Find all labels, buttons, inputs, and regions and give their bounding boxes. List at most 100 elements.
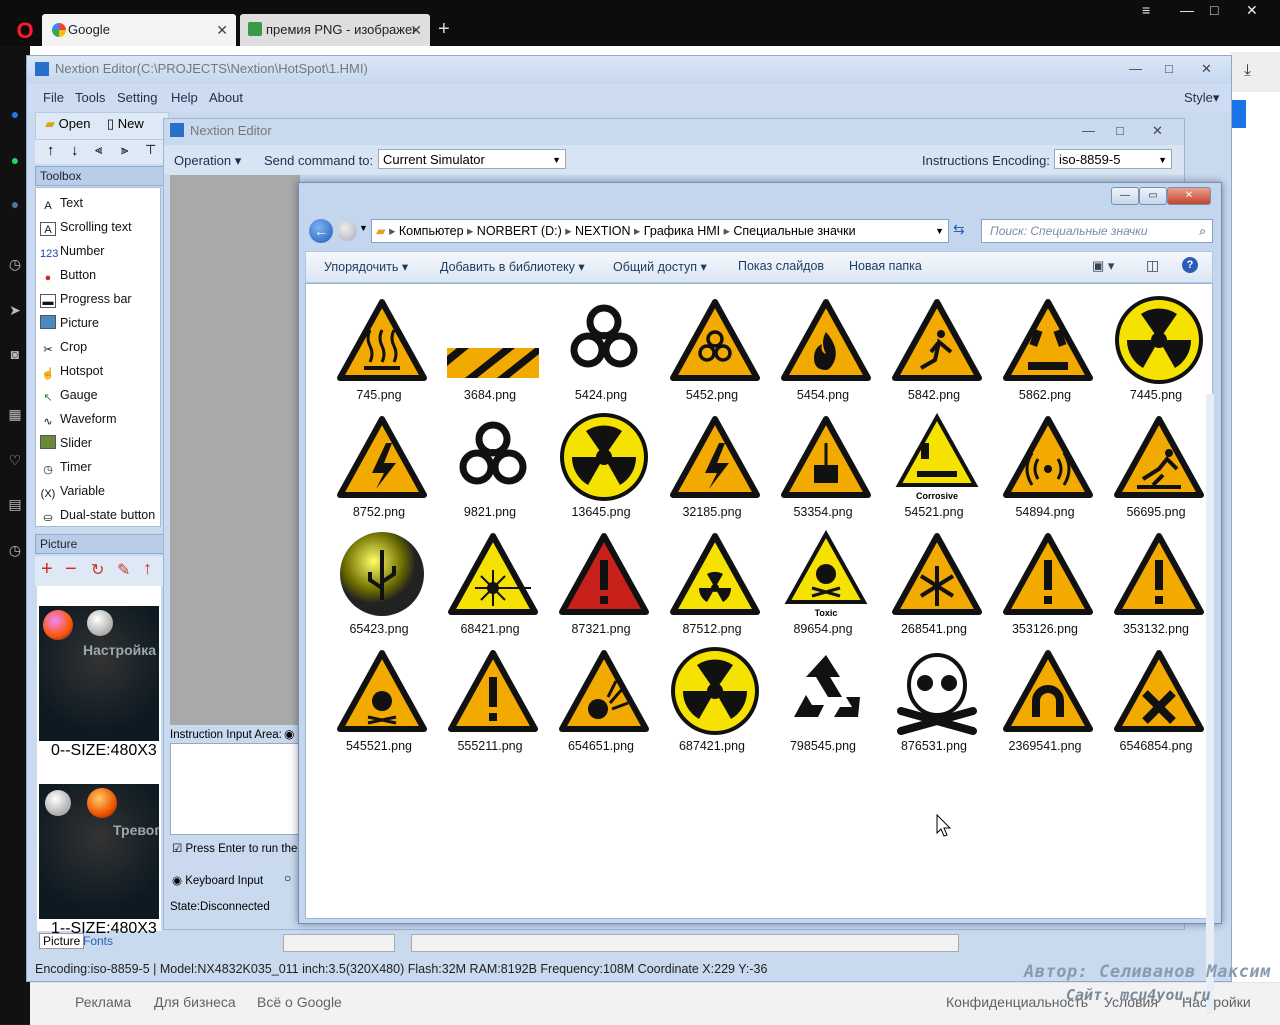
file-item[interactable]: 56695.png <box>1101 413 1205 527</box>
breadcrumb-item[interactable]: Специальные значки <box>733 224 855 238</box>
file-item[interactable]: Corrosive 54521.png <box>879 412 983 527</box>
tool-timer[interactable]: ◷ Timer <box>40 456 91 478</box>
history-icon[interactable]: ◷ <box>6 256 24 274</box>
file-item[interactable]: 687421.png <box>657 647 761 761</box>
whatsapp-icon[interactable]: ● <box>6 152 24 170</box>
tab-fonts[interactable]: Fonts <box>83 934 113 948</box>
press-enter-checkbox[interactable]: ☑ Press Enter to run the I <box>172 841 304 855</box>
close-icon[interactable]: ✕ <box>1152 119 1163 143</box>
file-item[interactable]: 87512.png <box>657 530 761 644</box>
arrow-up-icon[interactable]: ↑ <box>47 142 55 159</box>
picture-thumbnail[interactable]: Настройка <box>39 606 159 741</box>
operation-menu[interactable]: Operation ▾ <box>174 153 241 169</box>
share-button[interactable]: Общий доступ ▾ <box>613 259 707 274</box>
tab-google[interactable]: Google ✕ <box>42 14 236 46</box>
tool-progress-bar[interactable]: ▬ Progress bar <box>40 288 132 310</box>
radio-button[interactable]: ◉ <box>284 727 294 741</box>
file-item[interactable]: 53354.png <box>768 413 872 527</box>
help-icon[interactable]: ? <box>1182 257 1198 273</box>
forward-button[interactable] <box>337 221 357 241</box>
tool-waveform[interactable]: ∿ Waveform <box>40 408 116 430</box>
close-tab-icon[interactable]: ✕ <box>216 14 228 46</box>
tool-slider[interactable]: Slider <box>40 432 92 454</box>
horizontal-scrollbar[interactable] <box>283 934 395 952</box>
new-folder-button[interactable]: Новая папка <box>849 259 922 273</box>
file-item[interactable]: 32185.png <box>657 413 761 527</box>
file-item[interactable]: 555211.png <box>435 647 539 761</box>
file-item[interactable]: Toxic 89654.png <box>768 529 872 644</box>
tool-text[interactable]: A Text <box>40 192 83 214</box>
file-item[interactable]: 545521.png <box>324 647 428 761</box>
apps-icon[interactable]: ▦ <box>6 406 24 424</box>
maximize-icon[interactable]: □ <box>1165 56 1173 82</box>
tool-button[interactable]: ● Button <box>40 264 96 286</box>
file-item[interactable]: 798545.png <box>768 647 872 761</box>
minimize-icon[interactable]: — <box>1180 2 1194 18</box>
minimize-icon[interactable]: — <box>1129 56 1142 82</box>
tool-number[interactable]: 123 Number <box>40 240 104 262</box>
footer-link-ads[interactable]: Реклама <box>75 994 131 1010</box>
close-icon[interactable]: ✕ <box>1201 56 1212 82</box>
simulator-canvas[interactable] <box>170 175 300 725</box>
menu-file[interactable]: File <box>43 90 64 105</box>
camera-icon[interactable]: ◙ <box>6 346 24 364</box>
horizontal-scrollbar[interactable] <box>411 934 959 952</box>
breadcrumb-item[interactable]: NORBERT (D:) <box>477 224 562 238</box>
view-options-icon[interactable]: ▣ ▾ <box>1092 258 1114 274</box>
add-to-library-button[interactable]: Добавить в библиотеку ▾ <box>440 259 585 274</box>
file-item[interactable]: 5842.png <box>879 296 983 410</box>
minimize-button[interactable]: — <box>1111 187 1139 205</box>
instruction-input[interactable] <box>170 743 306 835</box>
file-item[interactable]: 654651.png <box>546 647 650 761</box>
clock-icon[interactable]: ◷ <box>6 542 24 560</box>
file-item[interactable]: 5454.png <box>768 296 872 410</box>
footer-link-business[interactable]: Для бизнеса <box>154 994 236 1010</box>
file-item[interactable]: 54894.png <box>990 413 1094 527</box>
encoding-select[interactable]: iso-8859-5 ▼ <box>1054 149 1172 169</box>
close-tab-icon[interactable]: ✕ <box>410 14 422 46</box>
menu-tools[interactable]: Tools <box>75 90 105 105</box>
maximize-button[interactable]: ▭ <box>1139 187 1167 205</box>
menu-about[interactable]: About <box>209 90 243 105</box>
file-item[interactable]: 5862.png <box>990 296 1094 410</box>
delete-picture-icon[interactable]: − <box>65 558 77 581</box>
organize-button[interactable]: Упорядочить ▾ <box>324 259 408 274</box>
history-dropdown-icon[interactable]: ▼ <box>359 223 368 233</box>
edit-picture-icon[interactable]: ✎ <box>117 560 130 580</box>
picture-thumbnail[interactable]: Тревог <box>39 784 159 919</box>
maximize-icon[interactable]: □ <box>1210 2 1218 18</box>
align-right-icon[interactable]: ⫸ <box>121 142 128 158</box>
open-button[interactable]: ▰ Open <box>45 116 90 132</box>
file-item[interactable]: 745.png <box>324 296 428 410</box>
tool-picture[interactable]: Picture <box>40 312 99 334</box>
new-button[interactable]: ▯ New <box>107 116 144 132</box>
file-item[interactable]: 7445.png <box>1101 296 1205 410</box>
send-icon[interactable]: ➤ <box>6 302 24 320</box>
slideshow-button[interactable]: Показ слайдов <box>738 259 824 273</box>
file-item[interactable]: 3684.png <box>435 296 539 410</box>
minimize-icon[interactable]: — <box>1082 119 1095 143</box>
breadcrumb-item[interactable]: Компьютер <box>399 224 464 238</box>
chevron-down-icon[interactable]: ▼ <box>935 220 944 242</box>
new-tab-button[interactable]: + <box>438 18 450 41</box>
tool-hotspot[interactable]: ☝ Hotspot <box>40 360 103 382</box>
file-item[interactable]: 5452.png <box>657 296 761 410</box>
opera-logo-icon[interactable]: O <box>14 20 36 42</box>
align-left-icon[interactable]: ⫷ <box>95 142 102 158</box>
keyboard-input-radio[interactable]: ◉ Keyboard Input <box>172 873 263 887</box>
file-item[interactable]: 353132.png <box>1101 530 1205 644</box>
footer-link-about[interactable]: Всё о Google <box>257 994 342 1010</box>
style-menu[interactable]: Style▾ <box>1184 90 1219 106</box>
tool-variable[interactable]: (X) Variable <box>40 480 105 502</box>
file-item[interactable]: 5424.png <box>546 296 650 410</box>
search-input[interactable]: Поиск: Специальные значки ⌕ <box>981 219 1213 243</box>
tab-menu-icon[interactable]: ≡ <box>1142 2 1150 18</box>
refresh-icon[interactable]: ⇆ <box>953 221 965 238</box>
download-icon[interactable]: ⤓ <box>1244 62 1251 80</box>
file-item[interactable]: 268541.png <box>879 530 983 644</box>
radio-button[interactable]: ○ <box>284 871 291 885</box>
breadcrumb-item[interactable]: Графика HMI <box>644 224 720 238</box>
replace-picture-icon[interactable]: ↻ <box>91 560 104 580</box>
file-item[interactable]: 876531.png <box>879 647 983 761</box>
tool-scrolling-text[interactable]: A Scrolling text <box>40 216 132 238</box>
